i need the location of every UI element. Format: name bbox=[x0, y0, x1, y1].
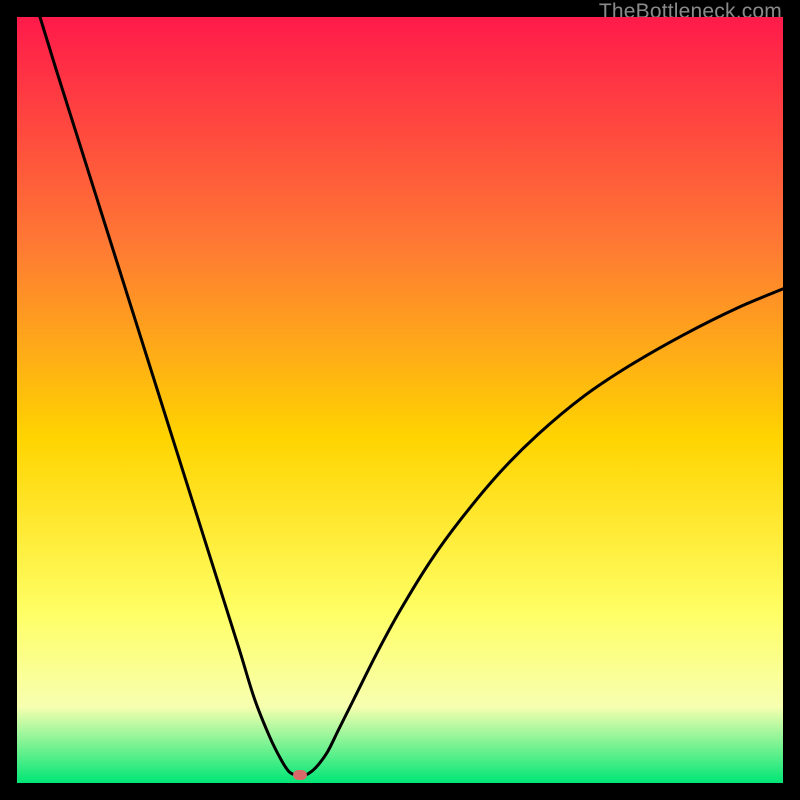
gradient-background bbox=[17, 17, 783, 783]
chart-frame bbox=[17, 17, 783, 783]
minimum-marker bbox=[293, 770, 307, 780]
bottleneck-chart bbox=[17, 17, 783, 783]
